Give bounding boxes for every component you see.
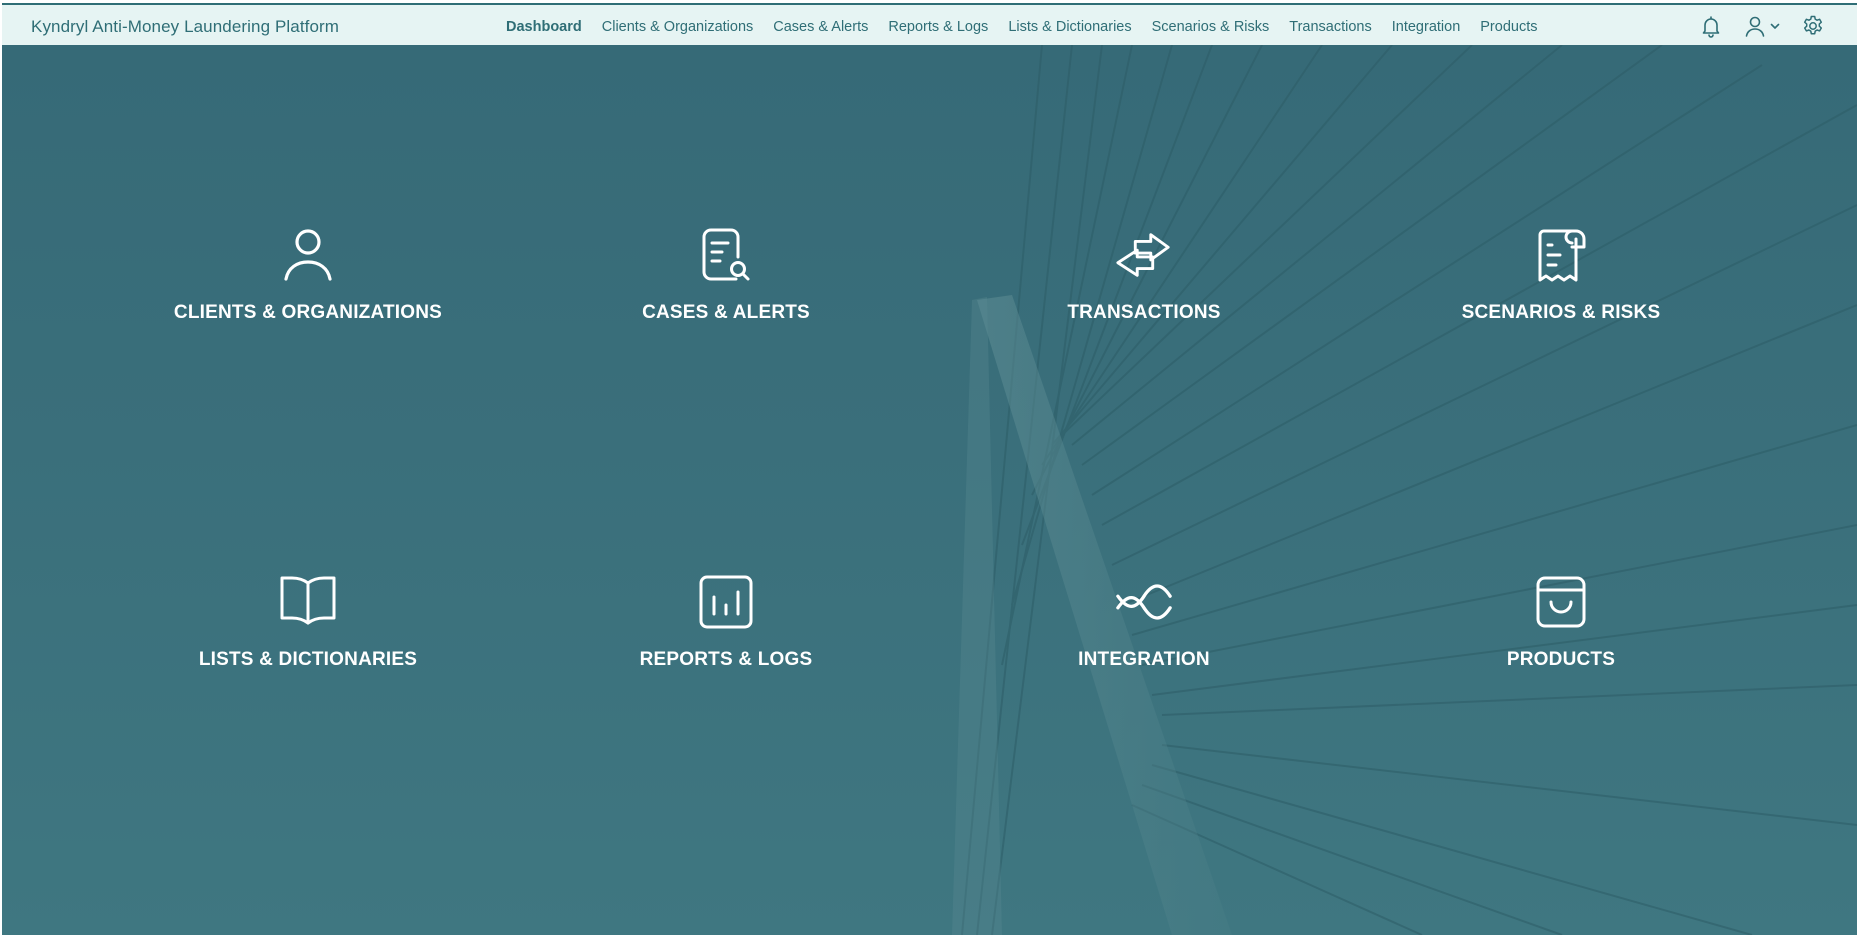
bridge-background-image — [952, 45, 1857, 935]
nav-item-dashboard[interactable]: Dashboard — [506, 19, 582, 35]
shopping-bag-icon — [1531, 572, 1591, 632]
gear-icon — [1803, 15, 1823, 35]
nav-item-products[interactable]: Products — [1480, 19, 1537, 35]
tile-label: INTEGRATION — [1078, 649, 1210, 670]
tile-label: CASES & ALERTS — [642, 302, 810, 323]
bell-icon — [1702, 16, 1720, 38]
main-nav: Dashboard Clients & Organizations Cases … — [506, 19, 1558, 35]
tile-label: SCENARIOS & RISKS — [1461, 302, 1661, 323]
app-frame: Kyndryl Anti-Money Laundering Platform D… — [2, 3, 1857, 935]
bar-chart-icon — [696, 572, 756, 632]
tile-reports-logs[interactable]: REPORTS & LOGS — [561, 572, 891, 712]
integration-waves-icon — [1114, 572, 1174, 632]
nav-item-scenarios-risks[interactable]: Scenarios & Risks — [1152, 19, 1270, 35]
top-navigation-bar: Kyndryl Anti-Money Laundering Platform D… — [2, 3, 1857, 45]
scroll-icon — [1531, 225, 1591, 285]
tile-label: CLIENTS & ORGANIZATIONS — [173, 302, 443, 323]
dashboard-hero: CLIENTS & ORGANIZATIONS CASES & ALERTS T… — [2, 45, 1857, 935]
app-title[interactable]: Kyndryl Anti-Money Laundering Platform — [31, 17, 339, 37]
tile-label: LISTS & DICTIONARIES — [198, 649, 418, 670]
tile-label: REPORTS & LOGS — [639, 649, 813, 670]
exchange-arrows-icon — [1114, 225, 1174, 285]
header-actions — [1679, 14, 1825, 38]
open-book-icon — [278, 572, 338, 632]
tile-label: TRANSACTIONS — [1067, 302, 1221, 323]
chevron-down-icon — [1770, 23, 1780, 29]
nav-item-reports-logs[interactable]: Reports & Logs — [888, 19, 988, 35]
nav-item-integration[interactable]: Integration — [1392, 19, 1461, 35]
tile-scenarios-risks[interactable]: SCENARIOS & RISKS — [1396, 225, 1726, 365]
document-search-icon — [696, 225, 756, 285]
user-icon — [278, 225, 338, 285]
nav-item-clients-organizations[interactable]: Clients & Organizations — [602, 19, 754, 35]
tile-clients-organizations[interactable]: CLIENTS & ORGANIZATIONS — [143, 225, 473, 365]
nav-item-cases-alerts[interactable]: Cases & Alerts — [773, 19, 868, 35]
tile-cases-alerts[interactable]: CASES & ALERTS — [561, 225, 891, 365]
tile-label: PRODUCTS — [1506, 649, 1616, 670]
notifications-button[interactable] — [1699, 14, 1723, 38]
user-menu-button[interactable] — [1743, 14, 1781, 38]
tile-integration[interactable]: INTEGRATION — [979, 572, 1309, 712]
tile-transactions[interactable]: TRANSACTIONS — [979, 225, 1309, 365]
nav-item-lists-dictionaries[interactable]: Lists & Dictionaries — [1008, 19, 1131, 35]
tile-lists-dictionaries[interactable]: LISTS & DICTIONARIES — [143, 572, 473, 712]
nav-item-transactions[interactable]: Transactions — [1289, 19, 1371, 35]
settings-button[interactable] — [1801, 14, 1825, 38]
tile-products[interactable]: PRODUCTS — [1396, 572, 1726, 712]
user-icon — [1745, 16, 1765, 37]
